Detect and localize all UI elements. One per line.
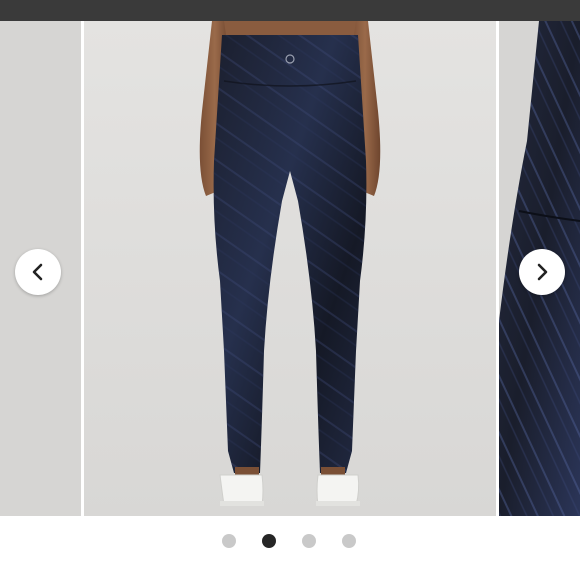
pagination-dot-4[interactable] (342, 534, 356, 548)
top-bar (0, 0, 580, 21)
pagination-dot-3[interactable] (302, 534, 316, 548)
image-carousel[interactable] (0, 21, 580, 516)
chevron-left-icon (32, 263, 43, 281)
pagination-dot-1[interactable] (222, 534, 236, 548)
carousel-next-button[interactable] (519, 249, 565, 295)
current-slide-image[interactable] (84, 21, 496, 516)
chevron-right-icon (537, 263, 548, 281)
pagination-dot-2[interactable] (262, 534, 276, 548)
carousel-prev-button[interactable] (15, 249, 61, 295)
carousel-pagination (0, 531, 580, 551)
